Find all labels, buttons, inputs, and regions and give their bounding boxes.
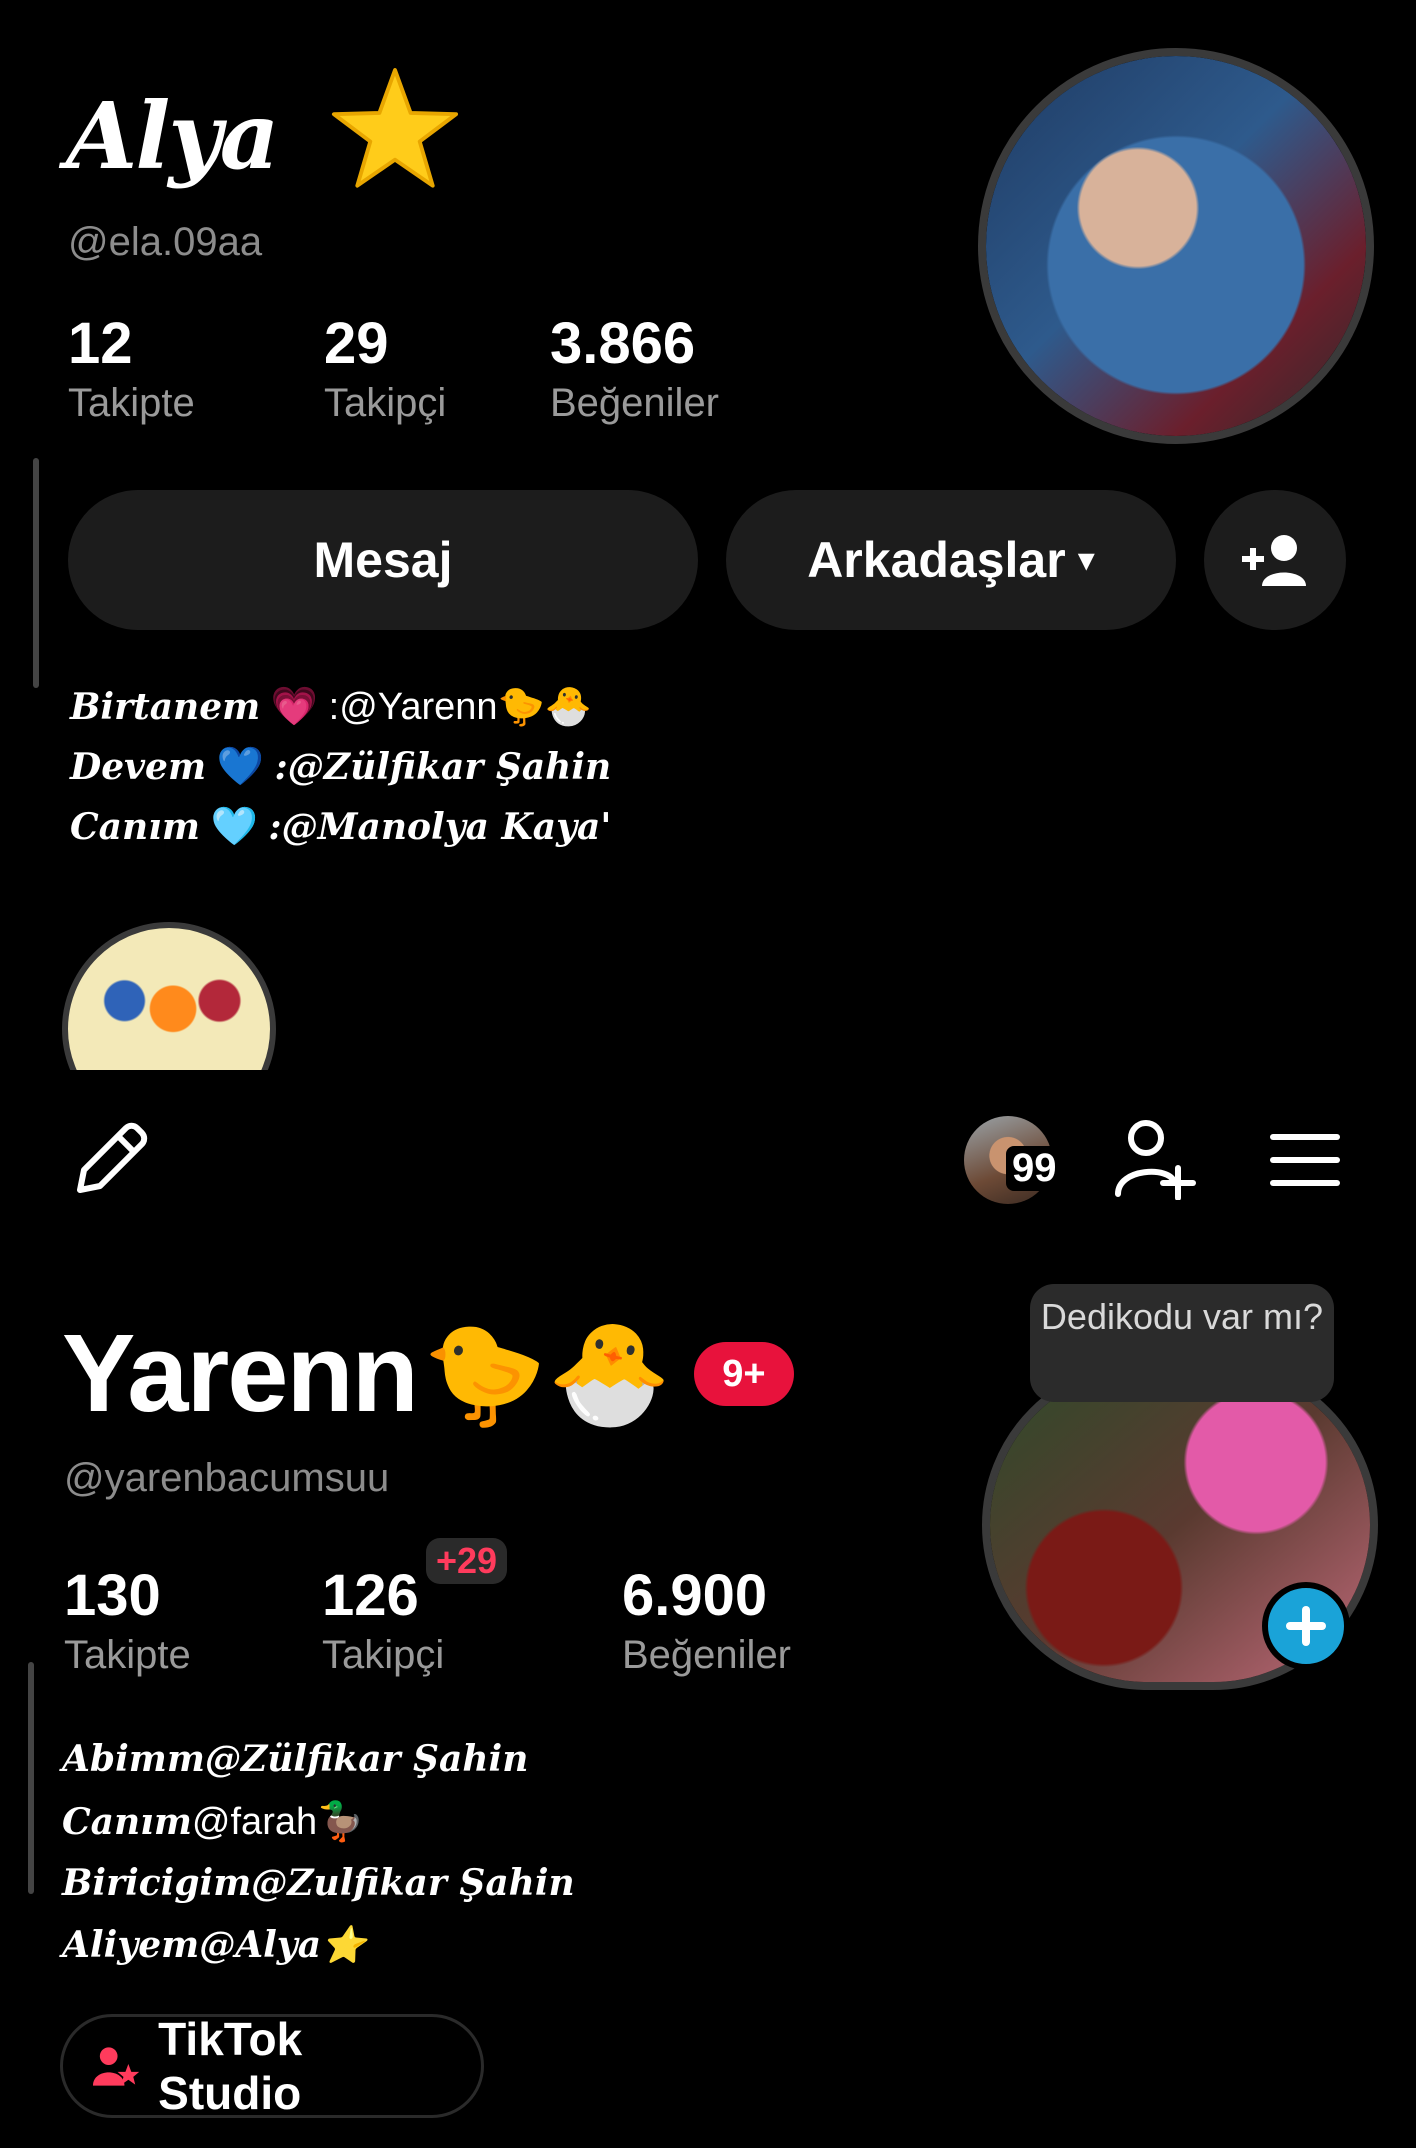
bio-prefix: Abimm — [62, 1738, 205, 1780]
bio-prefix: Devem — [70, 746, 207, 788]
bio-line: Birtanem 💗 :@Yarenn🐤🐣 — [70, 684, 611, 744]
profile1-handle: @ela.09aa — [68, 220, 263, 264]
profile2-display-name: Yarenn — [62, 1312, 419, 1435]
profile1-stat-likes[interactable]: 3.866 Beğeniler — [550, 310, 719, 426]
heart-icon: 🩵 — [210, 804, 258, 848]
bio-line: Canım 🩵 :@Manolya Kaya' — [70, 804, 611, 864]
studio-icon — [92, 2047, 140, 2086]
add-friend-icon — [1242, 535, 1306, 586]
hamburger-menu-icon[interactable] — [1268, 1130, 1342, 1190]
pencil-icon[interactable] — [70, 1116, 154, 1200]
profile1-stat-followers[interactable]: 29 Takipçi — [324, 310, 446, 426]
avatar-image — [986, 56, 1366, 436]
scroll-indicator — [33, 458, 39, 688]
notification-badge[interactable]: 9+ — [693, 1341, 794, 1406]
bio-mention[interactable]: :@Zülfikar Şahin — [275, 746, 612, 788]
bio-prefix: Canım — [70, 806, 200, 848]
message-button-label: Mesaj — [313, 532, 453, 588]
highlight-image — [62, 922, 276, 1070]
bio-mention[interactable]: @Zulfikar Şahin — [251, 1862, 574, 1904]
bio-prefix: Birtanem — [70, 686, 261, 728]
profile2-stat-following[interactable]: 130 Takipte — [64, 1562, 191, 1678]
stat-value: 6.900 — [622, 1563, 768, 1628]
scroll-indicator — [28, 1662, 34, 1894]
add-friend-button[interactable] — [1204, 490, 1346, 630]
stat-value: 29 — [324, 311, 389, 376]
heart-icon: 💙 — [216, 744, 264, 788]
stat-label: Takipçi — [322, 1633, 445, 1677]
stat-value: 3.866 — [550, 311, 696, 376]
profile2-handle: @yarenbacumsuu — [64, 1456, 390, 1500]
profile1-display-name: Alya — [66, 82, 279, 190]
friends-button-label: Arkadaşlar — [807, 532, 1066, 588]
tiktok-studio-button[interactable]: TikTok Studio — [60, 2013, 484, 2119]
bio-mention[interactable]: :@Manolya Kaya' — [268, 806, 611, 848]
profile1-bio: Birtanem 💗 :@Yarenn🐤🐣 Devem 💙 :@Zülfikar… — [70, 684, 611, 864]
profile2-name-row: Yarenn 🐤🐣 9+ — [62, 1310, 794, 1437]
chick-icon: 🐤🐣 — [422, 1314, 672, 1432]
friends-dropdown-button[interactable]: Arkadaşlar ▾ — [726, 490, 1176, 630]
studio-label: TikTok Studio — [158, 2013, 303, 2119]
star-icon — [331, 68, 459, 188]
stat-label: Takipçi — [324, 381, 447, 425]
stat-label: Beğeniler — [622, 1633, 792, 1677]
add-user-icon[interactable] — [1112, 1116, 1200, 1200]
profile2-stat-followers[interactable]: 126 Takipçi — [322, 1562, 444, 1678]
bio-prefix: Aliyem — [62, 1924, 200, 1966]
profile1-stat-following[interactable]: 12 Takipte — [68, 310, 195, 426]
stat-value: 12 — [68, 311, 133, 376]
chevron-down-icon: ▾ — [1077, 541, 1095, 579]
message-button[interactable]: Mesaj — [68, 490, 698, 630]
stat-label: Takipte — [68, 381, 195, 425]
bio-line: Devem 💙 :@Zülfikar Şahin — [70, 744, 611, 804]
heart-icon: 💗 — [270, 684, 319, 728]
bio-mention[interactable]: @farah🦆 — [192, 1801, 365, 1843]
plus-icon — [1286, 1606, 1326, 1646]
profile1-avatar[interactable] — [978, 48, 1374, 444]
bio-line: Aliyem@Alya⭐ — [62, 1924, 575, 1986]
tooltip-text: Dedikodu var mı? — [1040, 1296, 1324, 1337]
bio-mention[interactable]: @Alya⭐ — [199, 1924, 366, 1966]
bio-line: Abimm@Zülfikar Şahin — [62, 1738, 575, 1800]
bio-line: Biricigim@Zulfikar Şahin — [62, 1862, 575, 1924]
bio-mention[interactable]: :@Yarenn🐤🐣 — [329, 686, 592, 728]
stat-label: Beğeniler — [550, 381, 720, 425]
profile-visitors-button[interactable]: 99 — [964, 1116, 1078, 1204]
add-story-button[interactable] — [1262, 1582, 1350, 1670]
profile2-bio: Abimm@Zülfikar Şahin Canım@farah🦆 Birici… — [62, 1738, 575, 1986]
stat-value: 130 — [64, 1563, 161, 1628]
visitor-count: 99 — [1006, 1146, 1063, 1191]
story-highlight[interactable] — [62, 922, 280, 1070]
status-tooltip[interactable]: Dedikodu var mı? — [1030, 1284, 1334, 1402]
bio-mention[interactable]: @Zülfikar Şahin — [205, 1738, 528, 1780]
follower-delta-badge: +29 — [426, 1538, 508, 1584]
bio-line: Canım@farah🦆 — [62, 1800, 575, 1862]
stat-label: Takipte — [64, 1633, 191, 1677]
bio-prefix: Biricigim — [62, 1862, 252, 1904]
profile2-stat-likes[interactable]: 6.900 Beğeniler — [622, 1562, 791, 1678]
bio-prefix: Canım — [62, 1801, 192, 1843]
